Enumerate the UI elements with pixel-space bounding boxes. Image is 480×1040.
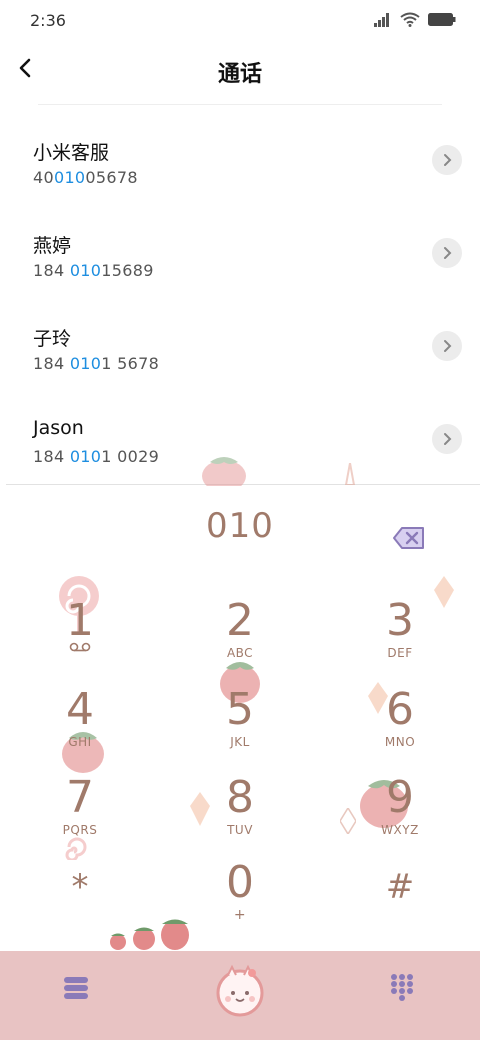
- key-1[interactable]: 1: [20, 596, 140, 676]
- key-0[interactable]: 0 +: [180, 858, 300, 938]
- backspace-button[interactable]: [392, 525, 426, 551]
- key-digit: 7: [66, 772, 94, 823]
- key-2[interactable]: 2 ABC: [180, 596, 300, 676]
- contact-name: 燕婷: [33, 235, 72, 257]
- status-icons: [374, 12, 456, 27]
- contact-row[interactable]: 燕婷 184 01015689: [0, 205, 480, 298]
- key-digit: 8: [226, 772, 254, 823]
- key-letters: ABC: [226, 646, 254, 660]
- key-letters: WXYZ: [381, 823, 419, 837]
- contact-name: Jason: [33, 417, 84, 439]
- contact-number: 4001005678: [33, 168, 138, 187]
- backspace-icon: [393, 527, 424, 549]
- key-digit: 2: [226, 595, 254, 646]
- call-button[interactable]: [214, 961, 266, 1025]
- key-letters: PQRS: [62, 823, 98, 837]
- key-digit: 5: [226, 684, 254, 735]
- dialpad-icon: [391, 974, 413, 1001]
- contact-detail-button[interactable]: [432, 331, 462, 361]
- page-title: 通话: [217, 62, 262, 87]
- key-letters: JKL: [230, 735, 250, 749]
- key-star[interactable]: *: [20, 862, 140, 942]
- chevron-right-icon: [444, 433, 452, 445]
- contact-name: 子玲: [33, 328, 72, 350]
- header: 通话: [0, 42, 480, 104]
- key-5[interactable]: 5 JKL: [180, 685, 300, 765]
- contact-row[interactable]: 子玲 184 0101 5678: [0, 298, 480, 391]
- key-digit: 6: [386, 684, 414, 735]
- number-match: 010: [69, 261, 102, 280]
- key-digit: 9: [386, 772, 414, 823]
- number-match: 010: [69, 447, 102, 466]
- key-4[interactable]: 4 GHI: [20, 685, 140, 765]
- number-match: 010: [53, 168, 86, 187]
- key-letters: +: [233, 907, 247, 923]
- chevron-right-icon: [444, 247, 452, 259]
- key-digit: #: [385, 867, 415, 907]
- menu-icon: [64, 977, 88, 999]
- key-digit: 3: [386, 595, 414, 646]
- key-digit: 0: [226, 857, 254, 908]
- number-match: 010: [69, 354, 102, 373]
- key-digit: 1: [66, 595, 94, 646]
- key-9[interactable]: 9 WXYZ: [340, 773, 460, 853]
- key-letters: MNO: [384, 735, 416, 749]
- strawberry-icon: [202, 457, 246, 486]
- key-digit: *: [71, 867, 89, 907]
- contact-number: 184 0101 5678: [33, 354, 160, 373]
- chevron-right-icon: [444, 154, 452, 166]
- contact-detail-button[interactable]: [432, 238, 462, 268]
- call-icon: [216, 964, 264, 1017]
- chevron-right-icon: [444, 340, 452, 352]
- menu-button[interactable]: [62, 975, 90, 1005]
- key-letters: DEF: [387, 646, 413, 660]
- signal-icon: [374, 12, 389, 27]
- contact-name: 小米客服: [33, 142, 110, 164]
- status-bar: 2:36: [0, 0, 480, 42]
- key-letters: TUV: [227, 823, 253, 837]
- contact-detail-button[interactable]: [432, 424, 462, 454]
- key-digit: 4: [66, 684, 94, 735]
- sparkle-icon: [344, 463, 356, 485]
- key-hash[interactable]: #: [340, 862, 460, 942]
- battery-icon: [428, 13, 456, 26]
- key-6[interactable]: 6 MNO: [340, 685, 460, 765]
- status-time: 2:36: [30, 11, 66, 30]
- key-7[interactable]: 7 PQRS: [20, 773, 140, 853]
- contact-number: 184 0101 0029: [33, 447, 160, 466]
- contact-detail-button[interactable]: [432, 145, 462, 175]
- key-3[interactable]: 3 DEF: [340, 596, 460, 676]
- bottom-bar: [0, 951, 480, 1040]
- dialpad-toggle-button[interactable]: [390, 973, 414, 1005]
- key-8[interactable]: 8 TUV: [180, 773, 300, 853]
- contact-row[interactable]: 小米客服 4001005678: [0, 112, 480, 205]
- header-divider: [38, 104, 442, 105]
- contact-number: 184 01015689: [33, 261, 154, 280]
- wifi-icon: [400, 12, 420, 27]
- key-letters: GHI: [68, 735, 92, 749]
